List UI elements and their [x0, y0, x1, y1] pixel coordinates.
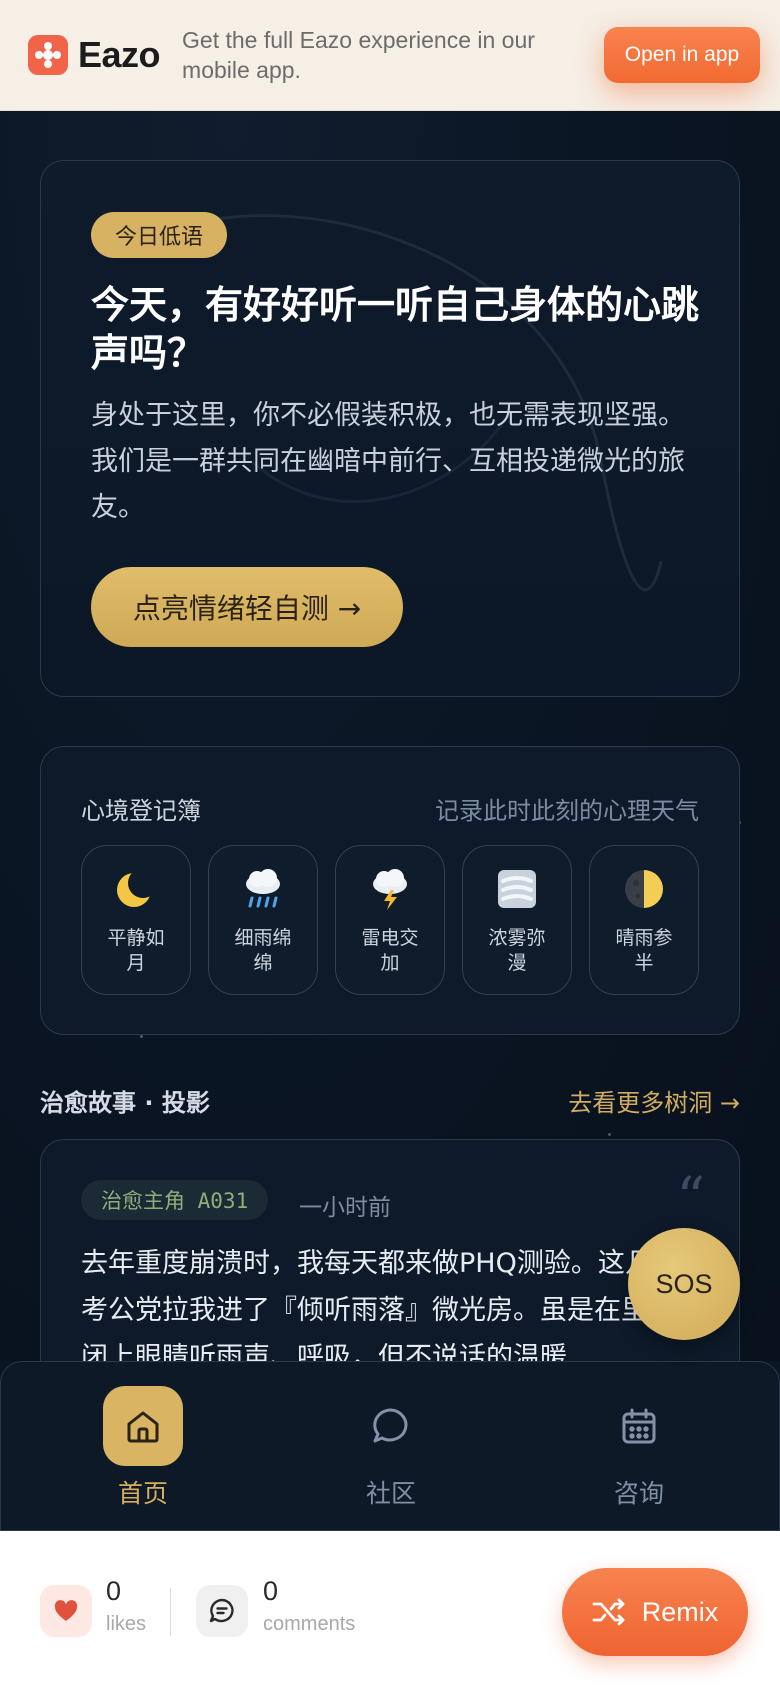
tab-label: 社区	[365, 1479, 416, 1508]
tab-consult[interactable]: 咨询	[564, 1386, 714, 1510]
brand-name: Eazo	[78, 34, 161, 75]
half-moon-icon	[625, 870, 663, 908]
daily-whisper-card: 今日低语 今天，有好好听一听自己身体的心跳声吗？ 身处于这里，你不必假装积极，也…	[40, 160, 740, 697]
mood-label: 雷电交加	[361, 927, 419, 974]
mood-option-drizzle[interactable]: 细雨绵绵	[208, 845, 318, 995]
tab-label: 首页	[117, 1479, 168, 1508]
mood-options: 平静如月 细雨绵绵 雷电交加 浓雾弥漫 晴雨参半	[81, 845, 699, 995]
hero-body: 身处于这里，你不必假装积极，也无需表现坚强。我们是一群共同在幽暗中前行、互相投递…	[91, 400, 685, 523]
fog-icon	[498, 870, 536, 908]
comments-label: comments	[263, 1613, 356, 1635]
crescent-moon-icon	[117, 873, 151, 907]
home-icon	[103, 1386, 183, 1466]
sos-button[interactable]: SOS	[628, 1228, 740, 1340]
thunder-cloud-icon	[373, 869, 407, 910]
comments-count: 0	[263, 1576, 279, 1606]
tab-home[interactable]: 首页	[68, 1386, 218, 1510]
mood-diary-title: 心境登记簿	[81, 797, 201, 825]
comment-icon[interactable]	[196, 1585, 248, 1637]
hero-title: 今天，有好好听一听自己身体的心跳声吗？	[91, 283, 700, 375]
story-card[interactable]: 治愈主角 A031 一小时前 “ 去年重度崩溃时，我每天都来做PHQ测验。这几个…	[40, 1139, 740, 1361]
eazo-logo-mark-icon	[28, 35, 68, 75]
banner-message: Get the full Eazo experience in our mobi…	[182, 27, 535, 83]
mood-option-mixed[interactable]: 晴雨参半	[589, 845, 699, 995]
tab-community[interactable]: 社区	[316, 1386, 466, 1510]
shuffle-icon	[592, 1598, 625, 1626]
mood-diary-subtitle: 记录此时此刻的心理天气	[435, 797, 699, 825]
remix-label: Remix	[641, 1596, 719, 1627]
calendar-icon	[599, 1386, 679, 1466]
mood-option-fog[interactable]: 浓雾弥漫	[462, 845, 572, 995]
chat-bubble-icon	[351, 1386, 431, 1466]
daily-whisper-badge: 今日低语	[91, 212, 228, 258]
quote-mark-icon: “	[676, 1166, 705, 1231]
story-text: 去年重度崩溃时，我每天都来做PHQ测验。这几个考公党拉我进了『倾听雨落』微光房。…	[81, 1248, 679, 1361]
main-content: 今日低语 今天，有好好听一听自己身体的心跳声吗？ 身处于这里，你不必假装积极，也…	[0, 111, 780, 1361]
rain-cloud-icon	[246, 869, 280, 908]
mood-label: 浓雾弥漫	[488, 927, 546, 974]
likes-label: likes	[106, 1613, 147, 1635]
bottom-tab-bar: 首页 社区 咨询	[0, 1361, 780, 1531]
mood-diary-card: 心境登记簿 记录此时此刻的心理天气 平静如月 细雨绵绵 雷电交加 浓雾弥漫 晴雨…	[40, 746, 740, 1035]
emotion-self-test-button[interactable]: 点亮情绪轻自测 →	[91, 567, 403, 647]
stories-section-title: 治愈故事 · 投影	[40, 1089, 210, 1117]
remix-button[interactable]: Remix	[562, 1568, 748, 1656]
more-tree-hole-link[interactable]: 去看更多树洞 →	[568, 1083, 740, 1118]
tab-label: 咨询	[613, 1479, 664, 1508]
heart-icon[interactable]	[40, 1585, 92, 1637]
eazo-logo: Eazo	[28, 34, 161, 76]
stat-divider	[170, 1588, 171, 1636]
mood-option-thunder[interactable]: 雷电交加	[335, 845, 445, 995]
mood-label: 晴雨参半	[615, 927, 673, 974]
open-in-app-button[interactable]: Open in app	[604, 27, 760, 83]
story-author-tag: 治愈主角 A031	[81, 1180, 269, 1220]
mood-option-calm[interactable]: 平静如月	[81, 845, 191, 995]
app-promo-banner: Eazo Get the full Eazo experience in our…	[0, 0, 780, 111]
mood-label: 细雨绵绵	[234, 927, 292, 974]
mood-label: 平静如月	[107, 927, 165, 974]
likes-count: 0	[106, 1576, 122, 1606]
story-timestamp: 一小时前	[299, 1195, 391, 1221]
engagement-bar: 0 likes 0 comments Remix	[0, 1531, 780, 1688]
